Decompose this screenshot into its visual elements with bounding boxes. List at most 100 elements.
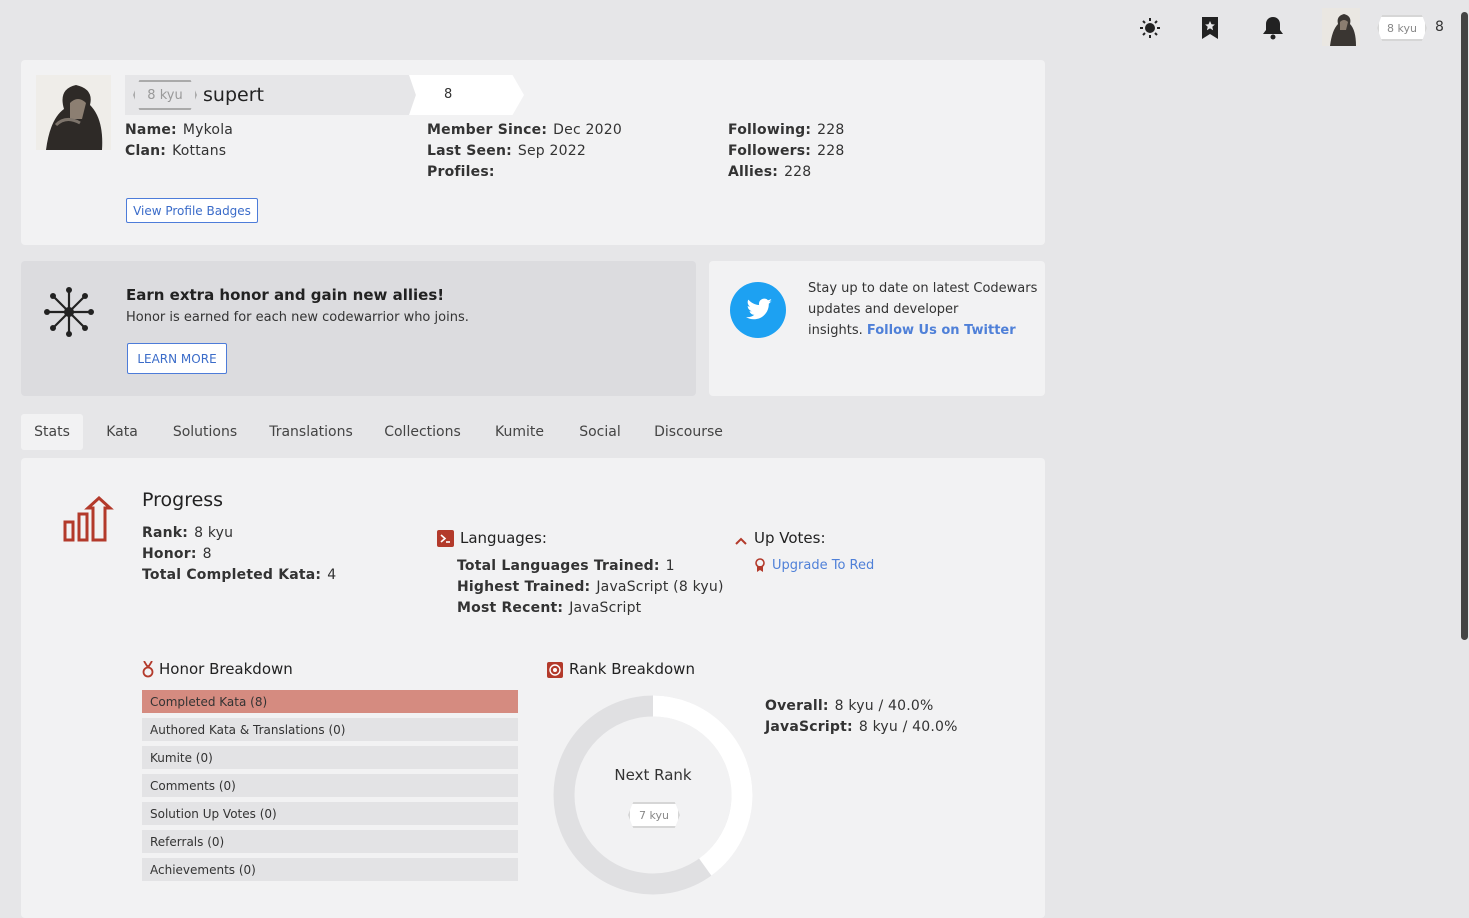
honor-row-kumite: Kumite (0) — [142, 746, 518, 769]
honor-row-comments: Comments (0) — [142, 774, 518, 797]
languages-highest-label: Highest Trained: — [457, 579, 591, 595]
target-icon — [547, 662, 563, 678]
name-field: Name: Mykola — [125, 122, 233, 138]
profile-username: supert — [203, 84, 264, 106]
languages-trained-label: Total Languages Trained: — [457, 558, 660, 574]
progress-completed-value: 4 — [327, 567, 337, 583]
languages-highest: Highest Trained: JavaScript (8 kyu) — [457, 579, 724, 595]
tab-kata[interactable]: Kata — [96, 414, 148, 450]
rank-overall-value: 8 kyu / 40.0% — [834, 698, 934, 714]
follow-twitter-link[interactable]: Follow Us on Twitter — [867, 323, 1016, 338]
progress-rank: Rank: 8 kyu — [142, 525, 233, 541]
allies-field[interactable]: Allies: 228 — [728, 164, 811, 180]
tab-translations[interactable]: Translations — [263, 414, 359, 450]
progress-completed: Total Completed Kata: 4 — [142, 567, 336, 583]
honor-bar — [409, 75, 524, 115]
progress-rank-label: Rank: — [142, 525, 189, 541]
twitter-text-line2: updates and developer — [808, 302, 959, 317]
upvotes-title: Up Votes: — [754, 529, 826, 547]
allies-label: Allies: — [728, 164, 779, 180]
clan-value: Kottans — [172, 143, 227, 159]
learn-more-button[interactable]: LEARN MORE — [127, 343, 227, 374]
promo-card — [21, 261, 696, 396]
progress-honor-label: Honor: — [142, 546, 197, 562]
twitter-text-line1: Stay up to date on latest Codewars — [808, 281, 1038, 296]
name-value: Mykola — [182, 122, 234, 138]
profile-honor: 8 — [444, 87, 453, 102]
tab-discourse[interactable]: Discourse — [647, 414, 730, 450]
honor-row-completed-kata: Completed Kata (8) — [142, 690, 518, 713]
last-seen-label: Last Seen: — [427, 143, 512, 159]
tab-collections[interactable]: Collections — [377, 414, 468, 450]
progress-chart-icon — [62, 495, 118, 544]
scrollbar-thumb[interactable] — [1461, 12, 1468, 640]
twitter-text-line3: insights. Follow Us on Twitter — [808, 320, 1038, 341]
honor-row-authored: Authored Kata & Translations (0) — [142, 718, 518, 741]
profiles-label: Profiles: — [427, 164, 495, 180]
user-avatar[interactable] — [1322, 8, 1360, 46]
honor-row-achievements: Achievements (0) — [142, 858, 518, 881]
member-since-value: Dec 2020 — [553, 122, 622, 138]
sun-icon[interactable] — [1137, 14, 1163, 42]
upgrade-to-red-link[interactable]: Upgrade To Red — [772, 558, 874, 573]
clan-field: Clan: Kottans — [125, 143, 226, 159]
tab-social[interactable]: Social — [571, 414, 629, 450]
topbar-honor: 8 — [1435, 19, 1444, 35]
bell-icon[interactable] — [1260, 14, 1286, 42]
rank-javascript-label: JavaScript: — [765, 719, 853, 735]
honor-row-upvotes: Solution Up Votes (0) — [142, 802, 518, 825]
progress-completed-label: Total Completed Kata: — [142, 567, 322, 583]
progress-honor: Honor: 8 — [142, 546, 212, 562]
tab-kumite[interactable]: Kumite — [486, 414, 553, 450]
honor-breakdown-title: Honor Breakdown — [159, 660, 293, 678]
rank-overall-label: Overall: — [765, 698, 829, 714]
honor-row-referrals: Referrals (0) — [142, 830, 518, 853]
last-seen-field: Last Seen: Sep 2022 — [427, 143, 586, 159]
tab-stats[interactable]: Stats — [21, 414, 83, 450]
languages-highest-value: JavaScript (8 kyu) — [596, 579, 724, 595]
twitter-text: Stay up to date on latest Codewars updat… — [808, 278, 1038, 341]
terminal-icon — [437, 530, 454, 547]
progress-rank-value: 8 kyu — [194, 525, 234, 541]
profiles-field: Profiles: — [427, 164, 501, 180]
rank-overall: Overall: 8 kyu / 40.0% — [765, 698, 934, 714]
followers-field[interactable]: Followers: 228 — [728, 143, 844, 159]
following-value: 228 — [817, 122, 845, 138]
progress-honor-value: 8 — [202, 546, 212, 562]
bookmark-star-icon[interactable] — [1197, 14, 1223, 42]
member-since-label: Member Since: — [427, 122, 548, 138]
name-label: Name: — [125, 122, 177, 138]
next-rank-label: Next Rank — [614, 766, 692, 784]
twitter-text-insights: insights. — [808, 323, 863, 338]
languages-trained-value: 1 — [665, 558, 675, 574]
progress-title: Progress — [142, 489, 224, 511]
last-seen-value: Sep 2022 — [517, 143, 586, 159]
promo-title: Earn extra honor and gain new allies! — [126, 286, 445, 304]
chevron-up-icon — [734, 532, 748, 545]
twitter-icon[interactable] — [730, 282, 786, 338]
ribbon-icon — [755, 558, 765, 573]
rank-javascript-value: 8 kyu / 40.0% — [858, 719, 958, 735]
medal-icon — [142, 660, 154, 678]
following-field[interactable]: Following: 228 — [728, 122, 844, 138]
following-label: Following: — [728, 122, 812, 138]
rank-javascript: JavaScript: 8 kyu / 40.0% — [765, 719, 958, 735]
profile-avatar — [36, 75, 111, 150]
followers-value: 228 — [817, 143, 845, 159]
next-rank-badge: 7 kyu — [628, 802, 680, 828]
topbar-rank-badge: 8 kyu — [1377, 15, 1427, 41]
view-profile-badges-button[interactable]: View Profile Badges — [126, 198, 258, 223]
languages-trained: Total Languages Trained: 1 — [457, 558, 675, 574]
languages-recent-label: Most Recent: — [457, 600, 564, 616]
allies-value: 228 — [784, 164, 812, 180]
followers-label: Followers: — [728, 143, 812, 159]
rank-breakdown-title: Rank Breakdown — [569, 660, 695, 678]
promo-subtitle: Honor is earned for each new codewarrior… — [126, 310, 469, 325]
profile-rank-badge: 8 kyu — [133, 80, 197, 110]
tab-solutions[interactable]: Solutions — [165, 414, 245, 450]
network-icon — [44, 287, 94, 337]
languages-title: Languages: — [460, 529, 547, 547]
rank-progress-ring — [553, 695, 753, 895]
member-since-field: Member Since: Dec 2020 — [427, 122, 622, 138]
clan-label: Clan: — [125, 143, 167, 159]
